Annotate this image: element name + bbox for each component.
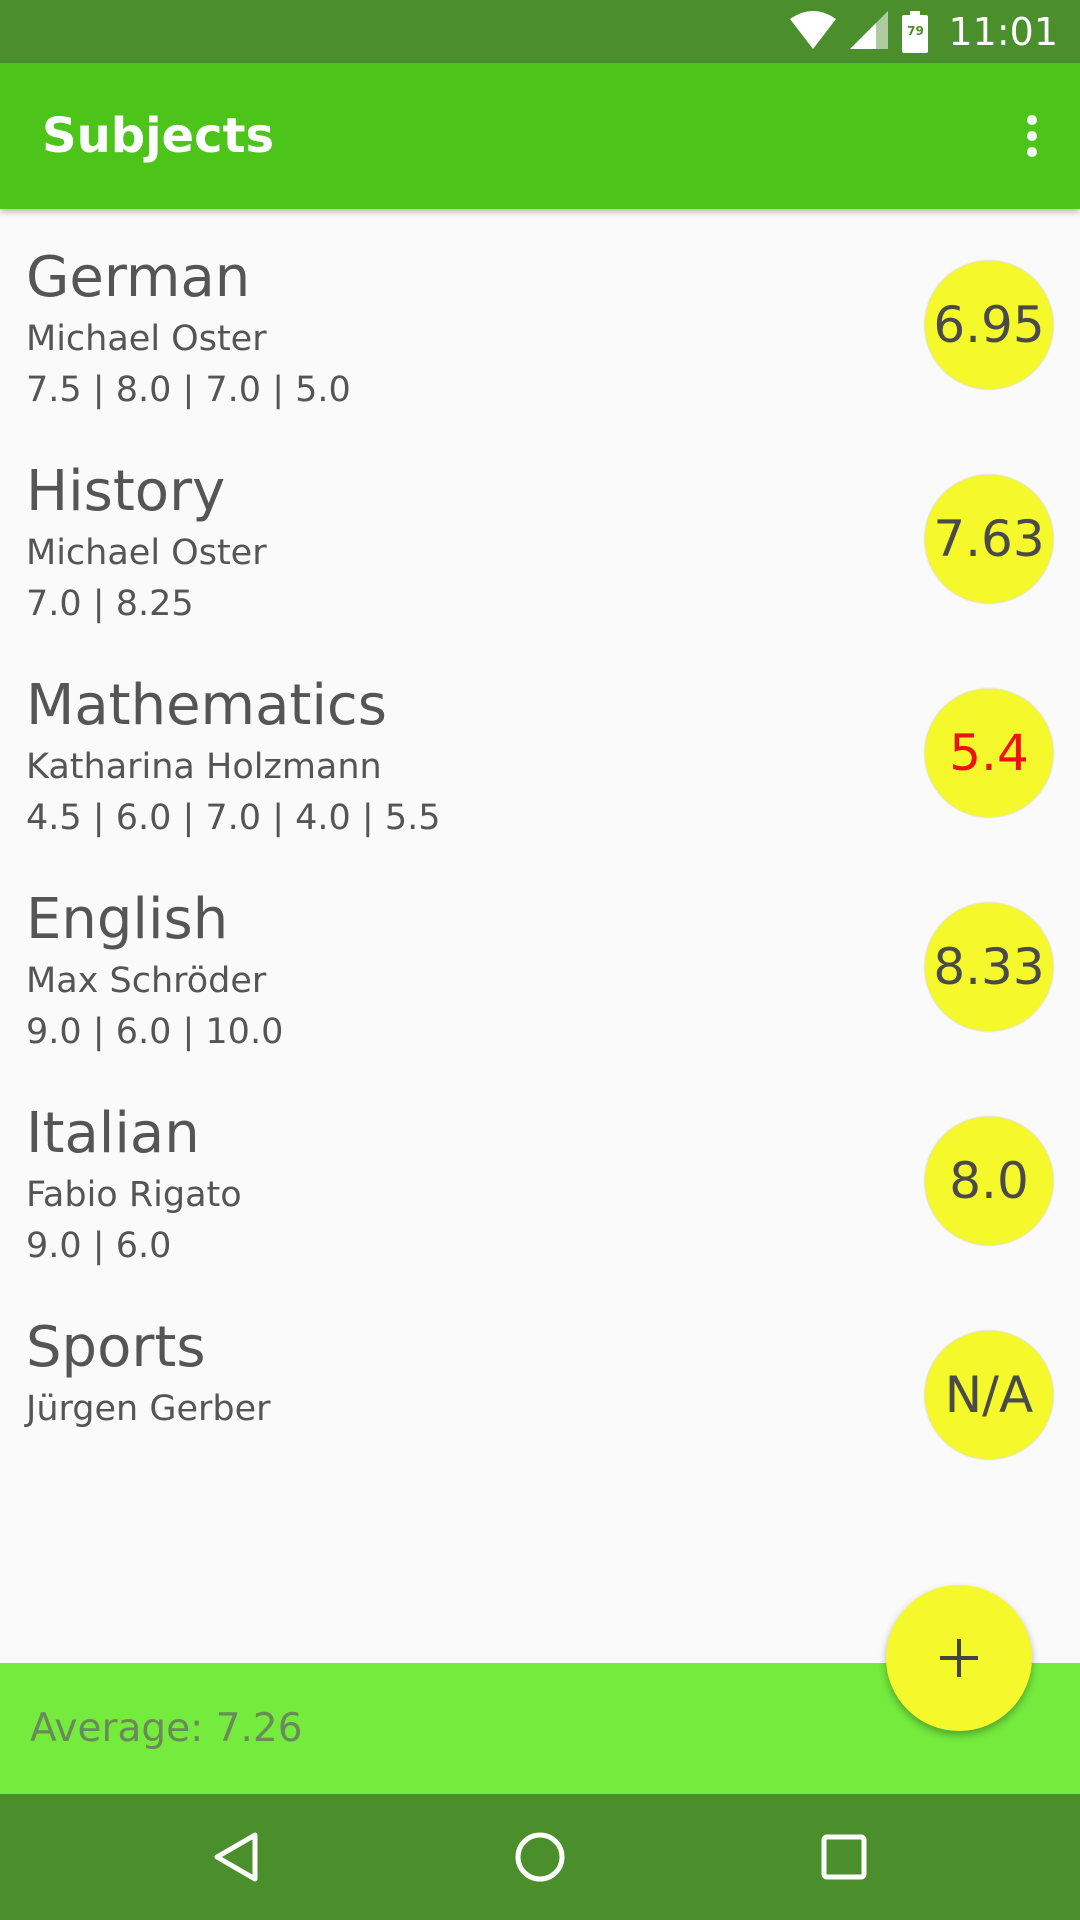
subject-grades: 4.5 | 6.0 | 7.0 | 4.0 | 5.5 xyxy=(26,798,441,838)
overall-average-label: Average: 7.26 xyxy=(30,1706,303,1751)
navigation-bar xyxy=(0,1794,1080,1920)
average-badge: 7.63 xyxy=(925,475,1053,603)
subject-name: Italian xyxy=(26,1101,200,1166)
subject-row-history[interactable]: History Michael Oster 7.0 | 8.25 7.63 xyxy=(0,423,1080,637)
app-bar: Subjects xyxy=(0,63,1080,209)
status-bar: 79 11:01 xyxy=(0,0,1080,63)
subject-teacher: Michael Oster xyxy=(26,319,267,359)
clock: 11:01 xyxy=(948,9,1058,54)
subject-name: Sports xyxy=(26,1315,206,1380)
status-icons: 79 11:01 xyxy=(790,0,1058,63)
back-button[interactable] xyxy=(190,1817,280,1897)
subject-grades: 7.5 | 8.0 | 7.0 | 5.0 xyxy=(26,370,351,410)
subject-row-german[interactable]: German Michael Oster 7.5 | 8.0 | 7.0 | 5… xyxy=(0,209,1080,423)
home-button[interactable] xyxy=(495,1817,585,1897)
average-badge: 6.95 xyxy=(925,261,1053,389)
overflow-menu-button[interactable] xyxy=(996,96,1068,176)
plus-icon xyxy=(940,1639,978,1677)
average-badge: N/A xyxy=(925,1331,1053,1459)
average-badge: 8.0 xyxy=(925,1117,1053,1245)
subject-name: English xyxy=(26,887,229,952)
subject-row-mathematics[interactable]: Mathematics Katharina Holzmann 4.5 | 6.0… xyxy=(0,637,1080,851)
recents-button[interactable] xyxy=(799,1817,889,1897)
subject-grades: 9.0 | 6.0 xyxy=(26,1226,172,1266)
subject-name: German xyxy=(26,245,251,310)
wifi-icon xyxy=(790,10,837,53)
subject-row-english[interactable]: English Max Schröder 9.0 | 6.0 | 10.0 8.… xyxy=(0,851,1080,1065)
battery-level: 79 xyxy=(907,23,924,38)
subject-row-italian[interactable]: Italian Fabio Rigato 9.0 | 6.0 8.0 xyxy=(0,1065,1080,1279)
subject-grades: 7.0 | 8.25 xyxy=(26,584,194,624)
subject-teacher: Jürgen Gerber xyxy=(26,1389,271,1429)
back-icon xyxy=(214,1832,258,1882)
page-title: Subjects xyxy=(42,108,275,164)
subject-list: German Michael Oster 7.5 | 8.0 | 7.0 | 5… xyxy=(0,209,1080,1493)
subject-name: Mathematics xyxy=(26,673,387,738)
battery-icon: 79 xyxy=(902,10,929,53)
recents-icon xyxy=(821,1834,867,1880)
subject-row-sports[interactable]: Sports Jürgen Gerber N/A xyxy=(0,1279,1080,1493)
subject-teacher: Katharina Holzmann xyxy=(26,747,382,787)
average-badge: 8.33 xyxy=(925,903,1053,1031)
add-subject-button[interactable] xyxy=(886,1585,1032,1731)
cell-signal-icon xyxy=(850,10,889,53)
more-vert-icon xyxy=(1027,115,1037,157)
home-icon xyxy=(515,1832,565,1882)
subject-teacher: Max Schröder xyxy=(26,961,267,1001)
subject-name: History xyxy=(26,459,226,524)
subject-grades: 9.0 | 6.0 | 10.0 xyxy=(26,1012,284,1052)
average-badge: 5.4 xyxy=(925,689,1053,817)
subject-teacher: Fabio Rigato xyxy=(26,1175,242,1215)
subject-teacher: Michael Oster xyxy=(26,533,267,573)
